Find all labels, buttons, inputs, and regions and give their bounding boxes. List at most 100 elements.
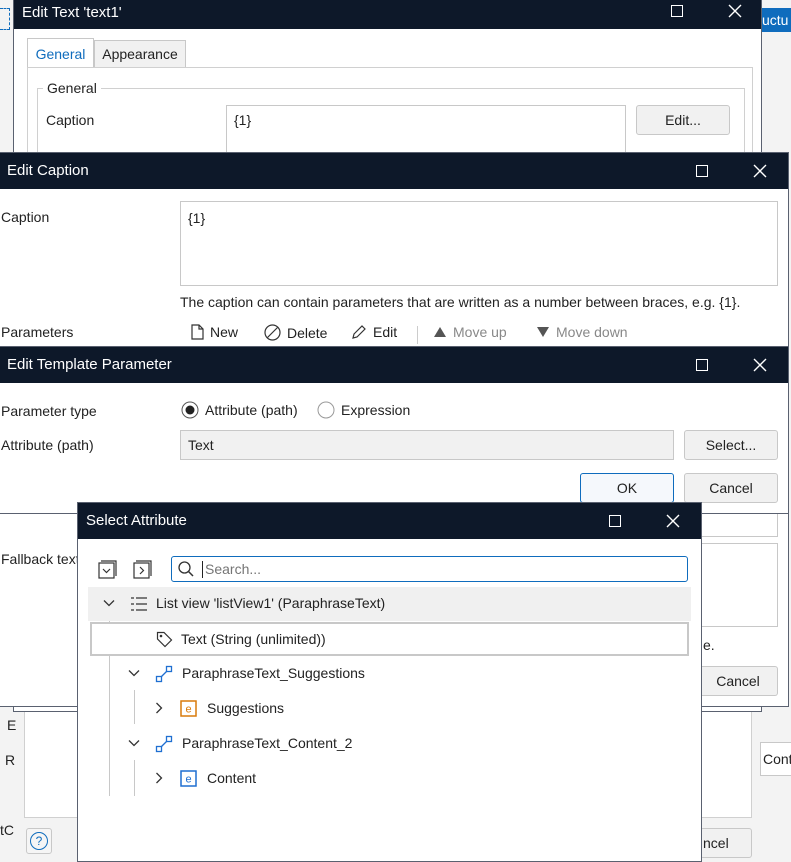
edit-text-titlebar: Edit Text 'text1' <box>14 0 761 29</box>
tree-item-label: ParaphraseText_Suggestions <box>182 665 365 681</box>
tree-item-content-association[interactable]: ParaphraseText_Content_2 <box>88 727 691 761</box>
tree-item-list-view[interactable]: List view 'listView1' (ParaphraseText) <box>88 587 691 621</box>
select-attribute-title: Select Attribute <box>86 512 187 529</box>
radio-selected-icon <box>181 401 199 419</box>
close-icon <box>753 358 767 372</box>
chevron-down-icon <box>128 670 140 677</box>
edit-caption-maximize-button[interactable] <box>679 153 725 189</box>
move-down-button[interactable]: Move down <box>536 324 628 340</box>
maximize-icon <box>609 515 621 527</box>
move-up-label: Move up <box>453 324 507 340</box>
delete-label: Delete <box>287 324 328 341</box>
tree-item-label: Suggestions <box>207 700 285 716</box>
edit-template-parameter-window: Edit Template Parameter Parameter type A… <box>0 346 789 514</box>
bg-snippet-tc: tC <box>0 822 14 838</box>
attribute-path-label: Attribute (path) <box>1 437 94 453</box>
fallback-text-label: Fallback text <box>1 551 80 567</box>
select-attribute-titlebar: Select Attribute <box>78 503 701 539</box>
edit-text-close-button[interactable] <box>712 0 758 29</box>
bg-cancel-bottom[interactable]: ncel <box>700 828 752 858</box>
caption-preview-field[interactable]: {1} <box>226 105 626 155</box>
select-attribute-maximize-button[interactable] <box>592 503 638 539</box>
edit-caption-titlebar: Edit Caption <box>0 153 788 189</box>
association-icon <box>155 735 173 753</box>
edit-caption-title: Edit Caption <box>7 162 89 179</box>
tree-item-text-attribute[interactable]: Text (String (unlimited)) <box>90 622 689 656</box>
edit-caption-close-button[interactable] <box>737 153 783 189</box>
entity-icon: e <box>180 770 197 787</box>
tree-item-suggestions-association[interactable]: ParaphraseText_Suggestions <box>88 657 691 691</box>
list-view-icon <box>131 597 147 611</box>
caption-label: Caption <box>1 209 50 225</box>
selection-marker <box>0 8 10 30</box>
edit-text-title: Edit Text 'text1' <box>22 4 122 21</box>
delete-icon <box>264 324 281 341</box>
edit-template-parameter-maximize-button[interactable] <box>679 347 725 383</box>
close-icon <box>666 514 680 528</box>
tree-item-label: List view 'listView1' (ParaphraseText) <box>156 595 386 611</box>
radio-expression-label: Expression <box>341 402 411 418</box>
association-icon <box>155 665 173 683</box>
select-attribute-close-button[interactable] <box>650 503 696 539</box>
help-button[interactable]: ? <box>26 828 52 854</box>
caption-hint: The caption can contain parameters that … <box>180 294 741 310</box>
caption-label: Caption <box>46 112 95 128</box>
help-icon: ? <box>30 832 48 850</box>
radio-expression[interactable]: Expression <box>317 401 410 419</box>
parameter-type-label: Parameter type <box>1 403 97 419</box>
fallback-hint-snippet: e. <box>703 637 715 653</box>
edit-caption-cancel-button[interactable]: Cancel <box>699 666 778 696</box>
triangle-up-icon <box>434 327 446 337</box>
search-box[interactable] <box>171 556 688 582</box>
edit-template-parameter-titlebar: Edit Template Parameter <box>0 347 788 383</box>
entity-icon: e <box>180 700 197 717</box>
close-icon <box>728 4 742 18</box>
collapse-all-button[interactable] <box>96 558 118 580</box>
chevron-down-icon <box>103 600 115 607</box>
tab-appearance[interactable]: Appearance <box>94 40 186 68</box>
radio-attribute-path[interactable]: Attribute (path) <box>181 401 298 419</box>
structure-tab[interactable]: uctu <box>760 8 791 32</box>
bg-snippet-r: R <box>5 752 16 768</box>
svg-text:e: e <box>185 774 191 786</box>
ok-button[interactable]: OK <box>580 473 674 503</box>
expand-all-icon <box>133 560 152 579</box>
tree-item-label: ParaphraseText_Content_2 <box>182 735 353 751</box>
pencil-icon <box>352 325 366 339</box>
edit-template-parameter-title: Edit Template Parameter <box>7 356 172 373</box>
radio-attribute-path-label: Attribute (path) <box>205 402 298 418</box>
select-attribute-button[interactable]: Select... <box>684 430 778 460</box>
delete-parameter-button[interactable]: Delete <box>264 324 327 341</box>
tree-item-content-entity[interactable]: e Content <box>88 762 691 796</box>
radio-unselected-icon <box>317 401 335 419</box>
search-input[interactable] <box>203 559 673 579</box>
new-parameter-button[interactable]: New <box>191 324 238 340</box>
maximize-icon <box>696 359 708 371</box>
tree-item-suggestions-entity[interactable]: e Suggestions <box>88 692 691 726</box>
tab-general[interactable]: General <box>27 38 94 68</box>
attribute-path-field: Text <box>180 430 674 460</box>
new-label: New <box>210 324 239 340</box>
new-document-icon <box>191 324 204 340</box>
edit-template-parameter-close-button[interactable] <box>737 347 783 383</box>
edit-label: Edit <box>373 324 398 340</box>
edit-parameter-button[interactable]: Edit <box>351 324 397 340</box>
edit-caption-button[interactable]: Edit... <box>636 105 730 135</box>
parameters-label: Parameters <box>1 324 74 340</box>
close-icon <box>753 164 767 178</box>
tree-item-label: Content <box>207 770 257 786</box>
edit-text-maximize-button[interactable] <box>654 0 700 29</box>
caption-textarea[interactable]: {1} <box>180 201 778 286</box>
bg-right-field: Cont <box>760 742 791 776</box>
tree-item-label: Text (String (unlimited)) <box>181 631 326 647</box>
expand-all-button[interactable] <box>131 558 153 580</box>
move-up-button[interactable]: Move up <box>433 324 507 340</box>
maximize-icon <box>671 5 683 17</box>
maximize-icon <box>696 165 708 177</box>
bg-snippet-e: E <box>7 717 17 733</box>
collapse-all-icon <box>98 560 117 579</box>
chevron-down-icon <box>128 740 140 747</box>
cancel-button[interactable]: Cancel <box>684 473 778 503</box>
chevron-right-icon <box>156 702 163 714</box>
fallback-textarea[interactable] <box>699 543 778 627</box>
